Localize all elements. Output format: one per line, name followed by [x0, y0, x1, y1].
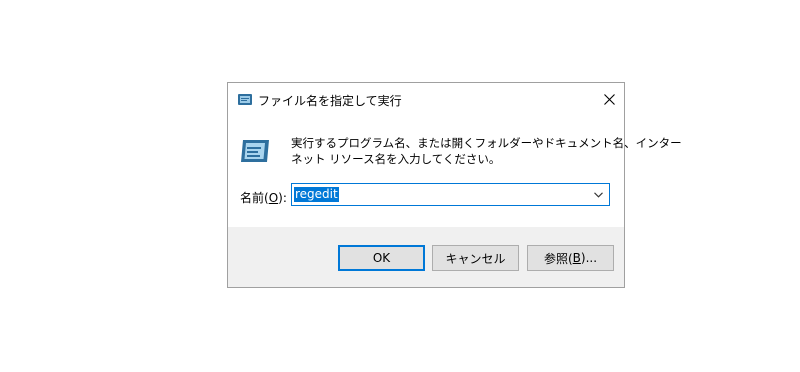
browse-label-prefix: 参照(	[543, 251, 573, 266]
dialog-title: ファイル名を指定して実行	[258, 94, 402, 108]
browse-label-suffix: )...	[580, 251, 598, 265]
button-bar: OK キャンセル 参照(B)...	[228, 227, 624, 287]
description-line-1: 実行するプログラム名、または開くフォルダーやドキュメント名、インター	[291, 136, 682, 150]
close-button[interactable]	[594, 83, 624, 115]
open-combobox[interactable]: regedit	[291, 183, 610, 206]
browse-button[interactable]: 参照(B)...	[527, 245, 614, 271]
ok-button-label: OK	[372, 251, 391, 265]
open-label: 名前(O):	[240, 189, 287, 206]
open-label-prefix: 名前(	[240, 191, 269, 205]
dialog-content: 実行するプログラム名、または開くフォルダーやドキュメント名、インター ネット リ…	[228, 117, 682, 227]
open-input-value[interactable]: regedit	[294, 187, 339, 202]
ok-button[interactable]: OK	[338, 245, 425, 271]
description-line-2: ネット リソース名を入力してください。	[291, 152, 501, 166]
close-icon	[603, 93, 615, 105]
run-icon	[238, 94, 252, 105]
browse-label-mnemonic: B	[572, 251, 581, 265]
open-label-suffix: ):	[278, 191, 287, 205]
run-dialog: ファイル名を指定して実行 実行するプログラム名、または開くフォルダーやドキュメン…	[227, 82, 682, 288]
dropdown-button[interactable]	[590, 186, 607, 203]
open-label-mnemonic: O	[268, 191, 279, 205]
cancel-button-label: キャンセル	[445, 251, 506, 266]
title-bar[interactable]: ファイル名を指定して実行	[228, 83, 624, 117]
chevron-down-icon	[594, 191, 603, 198]
run-icon	[241, 140, 269, 162]
cancel-button[interactable]: キャンセル	[432, 245, 519, 271]
description: 実行するプログラム名、または開くフォルダーやドキュメント名、インター ネット リ…	[291, 135, 682, 167]
